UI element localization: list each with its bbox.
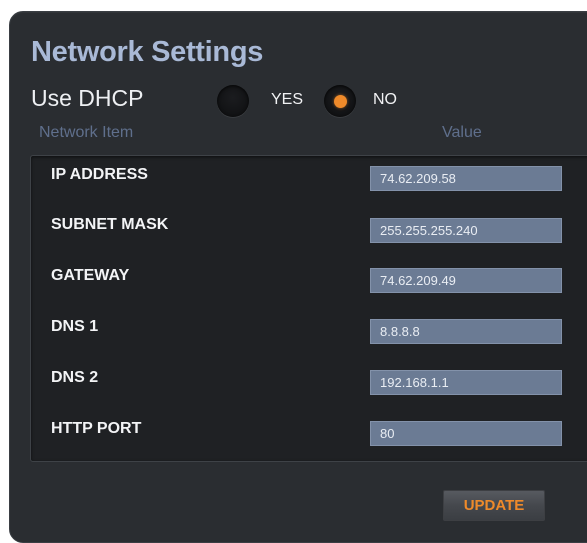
http-port-input[interactable] (370, 421, 562, 446)
dhcp-no-radio[interactable] (324, 85, 356, 117)
page-title: Network Settings (31, 36, 264, 68)
gateway-label: GATEWAY (51, 267, 130, 284)
ip-address-label: IP ADDRESS (51, 166, 148, 183)
radio-selected-dot (334, 95, 347, 108)
dhcp-yes-radio[interactable] (217, 85, 249, 117)
dhcp-no-label[interactable]: NO (373, 90, 397, 110)
dhcp-yes-label[interactable]: YES (271, 90, 303, 110)
gateway-input[interactable] (370, 268, 562, 293)
network-items-table (30, 155, 587, 462)
dns1-input[interactable] (370, 319, 562, 344)
update-button[interactable]: UPDATE (443, 490, 545, 521)
ip-address-input[interactable] (370, 166, 562, 191)
dns2-input[interactable] (370, 370, 562, 395)
http-port-label: HTTP PORT (51, 420, 142, 437)
subnet-mask-label: SUBNET MASK (51, 216, 169, 233)
subnet-mask-input[interactable] (370, 218, 562, 243)
dns2-label: DNS 2 (51, 369, 99, 386)
dhcp-label: Use DHCP (31, 85, 144, 111)
dns1-label: DNS 1 (51, 318, 99, 335)
column-header-network-item: Network Item (39, 124, 134, 141)
column-header-value: Value (442, 124, 482, 141)
